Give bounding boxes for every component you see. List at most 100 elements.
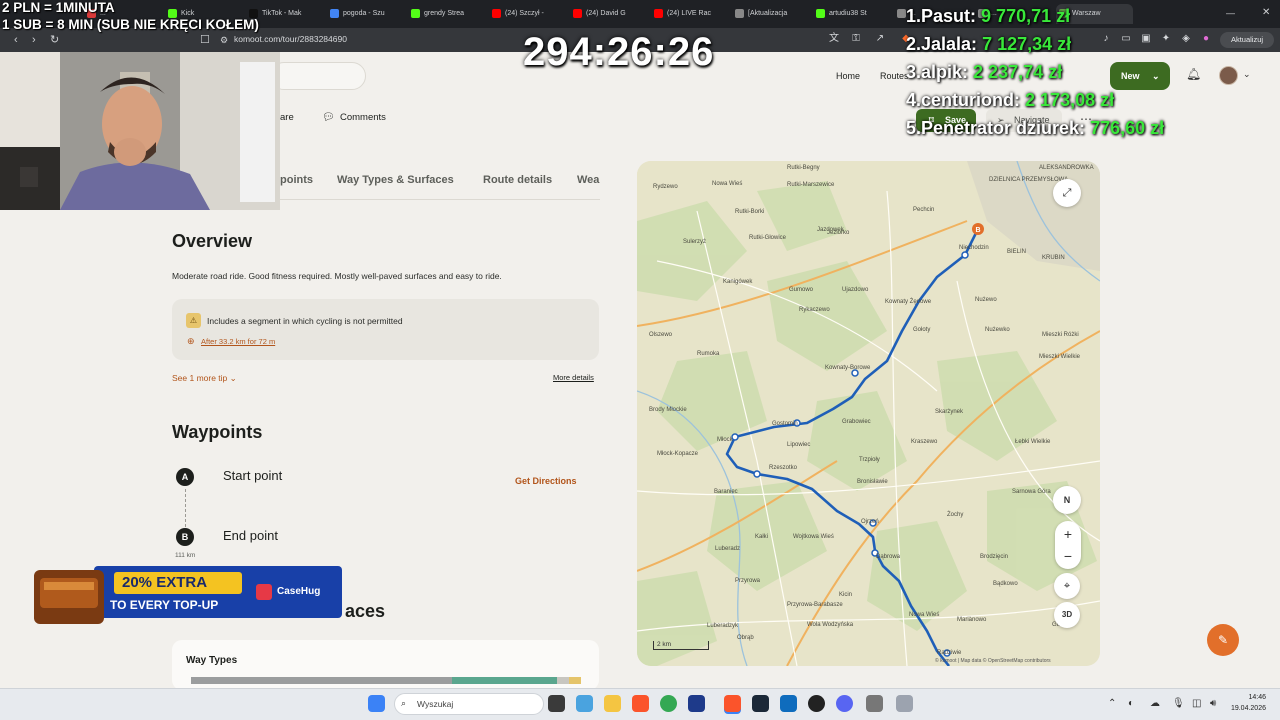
profile-icon[interactable]: ● xyxy=(1200,33,1212,45)
tab-weather[interactable]: Wea xyxy=(577,174,599,186)
tab-waypoints[interactable]: points xyxy=(280,174,313,186)
settings-icon[interactable] xyxy=(866,695,883,712)
nav-home[interactable]: Home xyxy=(836,71,860,81)
task-view-icon[interactable] xyxy=(548,695,565,712)
browser-tab[interactable]: pogoda - Szu xyxy=(327,4,404,24)
vpn-icon[interactable]: ◈ xyxy=(1180,33,1192,45)
share-page-icon[interactable]: ↗ xyxy=(874,33,886,45)
bell-icon[interactable]: 🔔︎ xyxy=(1186,67,1201,81)
promo-headline: 20% EXTRA xyxy=(122,574,208,591)
copilot-icon[interactable] xyxy=(576,695,593,712)
calculator-icon[interactable] xyxy=(896,695,913,712)
site-info-icon[interactable]: ⚙ xyxy=(220,33,228,47)
sub-rate-text: 1 SUB = 8 MIN (SUB NIE KRĘCI KOŁEM) xyxy=(2,17,259,32)
comments-button[interactable]: Comments xyxy=(340,112,386,123)
map-place-label: Przyrowa-Barabasze xyxy=(787,602,843,608)
browser-tab[interactable]: (24) Szczył - xyxy=(489,4,566,24)
tray-cloud-icon[interactable]: ☁ xyxy=(1150,698,1160,709)
map-place-label: Kownaty-Borowe xyxy=(825,365,871,371)
avatar[interactable] xyxy=(1219,66,1238,85)
start-button-icon[interactable] xyxy=(368,695,385,712)
browser-tab[interactable]: (24) LIVE Rac xyxy=(651,4,728,24)
map-place-label: Olszewo xyxy=(649,332,673,338)
back-icon[interactable]: ‹ xyxy=(14,33,18,47)
clock-time[interactable]: 14:46 xyxy=(1248,694,1266,701)
map-place-label: Rutki-Marszewice xyxy=(787,182,835,188)
map-place-label: Nużewko xyxy=(985,327,1010,333)
tip-link[interactable]: After 33.2 km for 72 m xyxy=(201,337,275,346)
donor-name: 3.alpik: xyxy=(906,62,969,82)
update-button[interactable]: Aktualizuj xyxy=(1220,32,1274,48)
url-field[interactable]: komoot.com/tour/2883284690 xyxy=(234,34,347,44)
nav-routes[interactable]: Routes xyxy=(880,71,909,81)
browser-tab[interactable]: grendy Strea xyxy=(408,4,485,24)
waypoint-connector xyxy=(185,489,186,527)
map-canvas[interactable]: B Rutki-Begny Rydzewo Nowa Wieś Rutki-Marsz… xyxy=(637,161,1100,666)
steam-icon[interactable] xyxy=(752,695,769,712)
zoom-in-button[interactable]: + xyxy=(1055,523,1081,545)
fullscreen-icon[interactable]: ⤢ xyxy=(1053,179,1081,207)
route-map[interactable]: B Rutki-Begny Rydzewo Nowa Wieś Rutki-Marsz… xyxy=(637,161,1100,666)
wallet-icon[interactable]: ▣ xyxy=(1140,33,1152,45)
tray-app-icon[interactable]: ◐ xyxy=(1128,698,1134,709)
tip-text: Includes a segment in which cycling is n… xyxy=(207,316,403,326)
file-explorer-icon[interactable] xyxy=(604,695,621,712)
volume-icon[interactable]: 🔊︎ xyxy=(1210,698,1216,709)
chevron-down-icon[interactable]: ⌄ xyxy=(1243,69,1251,80)
donor-amount: 9 770,71 zł xyxy=(981,6,1071,26)
tab-way-types[interactable]: Way Types & Surfaces xyxy=(337,174,454,186)
microphone-icon[interactable]: 🎙︎ xyxy=(1172,698,1185,709)
way-type-segment xyxy=(557,677,569,684)
feedback-icon[interactable]: ✎ xyxy=(1207,624,1239,656)
minimize-icon[interactable]: — xyxy=(1226,8,1235,18)
close-window-icon[interactable]: ✕ xyxy=(1262,7,1270,18)
brave-icon[interactable] xyxy=(632,695,649,712)
browser-tab[interactable]: [Aktualizacja xyxy=(732,4,809,24)
app2-icon[interactable] xyxy=(780,695,797,712)
search-input[interactable] xyxy=(270,62,366,90)
discord-icon[interactable] xyxy=(836,695,853,712)
network-icon[interactable]: ◫ xyxy=(1192,698,1201,709)
new-button-label: New xyxy=(1121,71,1140,81)
chrome-icon[interactable] xyxy=(660,695,677,712)
map-place-label: Grabowiec xyxy=(842,419,871,425)
map-place-label: Dąbrowa xyxy=(876,554,901,560)
locate-icon[interactable]: ⌖ xyxy=(1054,573,1080,599)
password-key-icon[interactable]: ⚿ xyxy=(850,33,862,45)
more-details-link[interactable]: More details xyxy=(553,373,594,382)
new-button[interactable]: New ⌄ xyxy=(1110,62,1170,90)
get-directions-link[interactable]: Get Directions xyxy=(515,476,577,486)
tab-route-details[interactable]: Route details xyxy=(483,174,552,186)
countdown-timer: 294:26:26 xyxy=(523,30,715,74)
sidebar-icon[interactable]: ▭ xyxy=(1120,33,1132,45)
brave-active-icon[interactable] xyxy=(724,695,741,712)
bookmark-icon[interactable]: ☐ xyxy=(200,33,210,47)
reload-icon[interactable]: ↻ xyxy=(50,33,59,47)
map-place-label: Baraniec xyxy=(714,489,738,495)
app-icon[interactable] xyxy=(688,695,705,712)
map-place-label: Sarnowa Góra xyxy=(1012,489,1051,495)
chevron-down-icon: ⌄ xyxy=(229,373,237,383)
forward-icon[interactable]: › xyxy=(32,33,36,47)
map-place-label: Mariànowo xyxy=(957,617,987,623)
ai-icon[interactable]: ✦ xyxy=(1160,33,1172,45)
browser-tab[interactable]: artudiu38 St xyxy=(813,4,890,24)
end-point-label[interactable]: End point xyxy=(223,528,278,543)
waypoint-b-marker: B xyxy=(176,528,194,546)
start-point-label[interactable]: Start point xyxy=(223,468,282,483)
browser-tab[interactable]: (24) David G xyxy=(570,4,647,24)
music-icon[interactable]: ♪ xyxy=(1100,33,1112,45)
3d-view-button[interactable]: 3D xyxy=(1054,602,1080,628)
see-more-tip-link[interactable]: See 1 more tip ⌄ xyxy=(172,373,237,384)
tray-chevron-icon[interactable]: ⌃ xyxy=(1108,698,1116,709)
clock-date[interactable]: 19.04.2026 xyxy=(1231,705,1266,712)
share-button-label[interactable]: are xyxy=(280,112,294,123)
zoom-out-button[interactable]: − xyxy=(1055,545,1081,567)
translate-icon[interactable]: 文 xyxy=(828,33,840,45)
donor-name: 1.Pasut: xyxy=(906,6,977,26)
donor-amount: 2 173,08 zł xyxy=(1025,90,1115,110)
compass-button[interactable]: N xyxy=(1053,486,1081,514)
map-attribution: © komoot | Map data © OpenStreetMap cont… xyxy=(935,658,1051,664)
obs-icon[interactable] xyxy=(808,695,825,712)
map-place-label: Rutki-Głowice xyxy=(749,235,787,241)
